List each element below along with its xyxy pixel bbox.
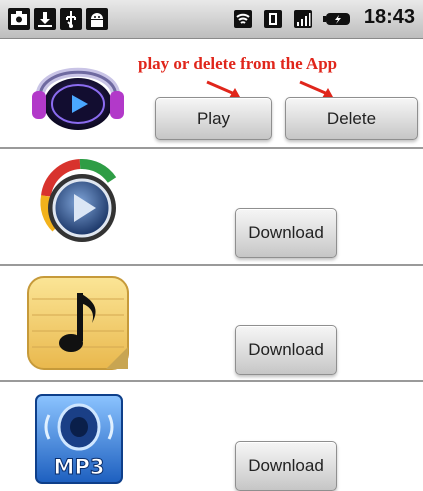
list-item[interactable]: play or delete from the App Play Delete [0,39,423,147]
wifi-icon [232,8,254,30]
usb-icon [60,8,82,30]
list-item[interactable]: Download [0,267,423,380]
download-button[interactable]: Download [235,208,337,258]
status-bar: 18:43 [0,0,423,39]
instruction-annotation: play or delete from the App [138,54,338,73]
play-circle-icon [32,156,128,256]
download-button[interactable]: Download [235,441,337,491]
download-button[interactable]: Download [235,325,337,375]
row-divider [0,380,423,382]
headphones-media-icon [28,49,128,141]
download-icon [34,8,56,30]
music-note-icon [26,275,130,375]
row-divider [0,147,423,149]
screenshot-icon [8,8,30,30]
status-time: 18:43 [363,6,415,28]
list-item[interactable]: Download [0,150,423,264]
mp3-label: MP3 [53,455,105,480]
vibrate-icon [262,8,284,30]
delete-button[interactable]: Delete [285,97,418,140]
battery-icon [322,8,352,30]
list-item[interactable]: MP3 Download [0,383,423,491]
android-icon [86,8,108,30]
play-button[interactable]: Play [155,97,272,140]
signal-icon [292,8,314,30]
row-divider [0,264,423,266]
